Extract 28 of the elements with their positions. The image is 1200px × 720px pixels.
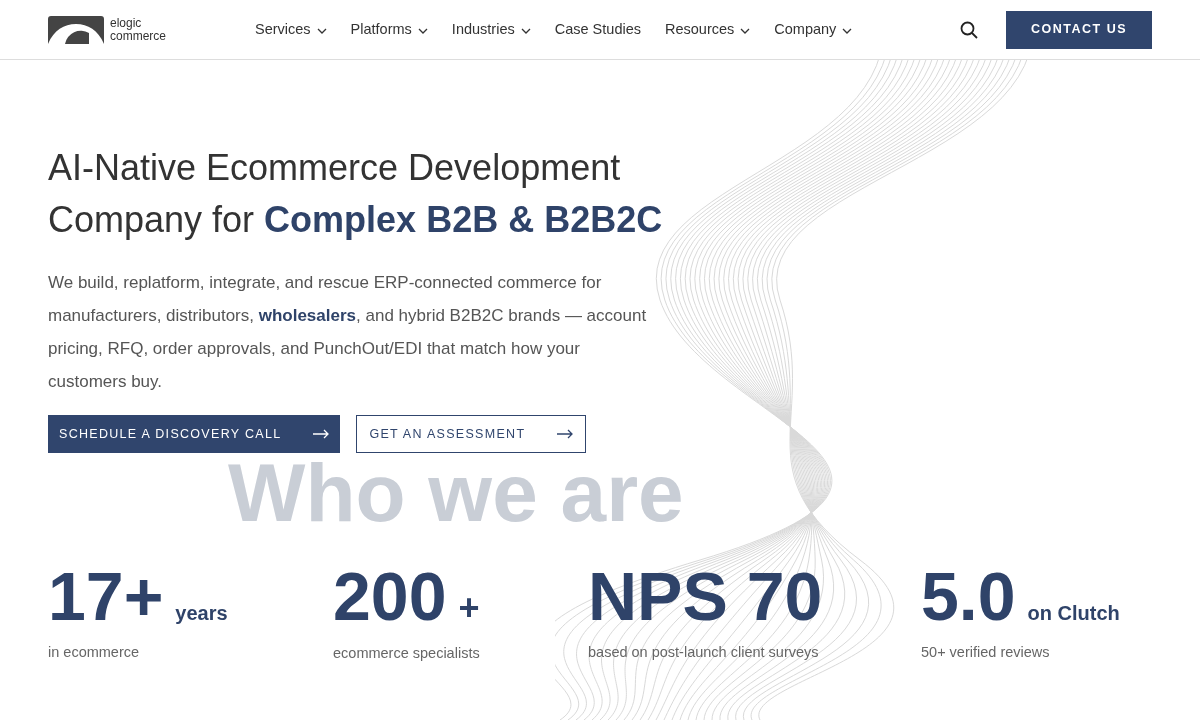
logo-text: elogic [110, 16, 143, 30]
nav-link[interactable]: Industries [451, 18, 531, 41]
stat-unit: on Clutch [1027, 601, 1120, 626]
stat-caption: ecommerce specialists [333, 644, 481, 663]
nav-link[interactable]: Platforms [350, 18, 428, 41]
nav-link[interactable]: Resources [665, 18, 751, 41]
logo-text: commerce [110, 29, 166, 43]
hero-title: AI-Native Ecommerce Development Company for Complex B2B & B2B2C [48, 146, 664, 242]
nav-link[interactable]: Case Studies [554, 18, 641, 41]
nav-link[interactable]: Services [255, 18, 327, 41]
contact-button[interactable]: CONTACT US [1006, 10, 1152, 49]
stat-value: 17+ [48, 558, 164, 634]
hero-description: We build, replatform, integrate, and rescue ERP-connected commerce for manufacturers, distributors, wholesalers, and hybrid B2B2C brands — account pricing, RFQ, order approvals, and PunchOut/EDI that match how your customers buy. [48, 272, 648, 393]
nav-link[interactable]: Company [774, 18, 853, 41]
stat-value: 200 [333, 558, 447, 634]
stat-value: NPS 70 [588, 558, 823, 634]
stat-caption: in ecommerce [48, 643, 141, 662]
stat-unit: years [175, 601, 228, 626]
search-icon[interactable] [960, 20, 978, 39]
stat-caption: 50+ verified reviews [921, 643, 1051, 662]
stat-value: 5.0 [921, 558, 1016, 634]
stat-caption: based on post-launch client surveys [588, 643, 820, 662]
arrow-right-icon [313, 429, 330, 439]
schedule-call-button[interactable]: SCHEDULE A DISCOVERY CALL [48, 415, 341, 453]
arrow-right-icon [557, 429, 574, 439]
assessment-button[interactable]: GET AN ASSESSMENT [356, 415, 587, 453]
logo-icon [48, 15, 104, 44]
stat-unit: + [458, 586, 480, 630]
